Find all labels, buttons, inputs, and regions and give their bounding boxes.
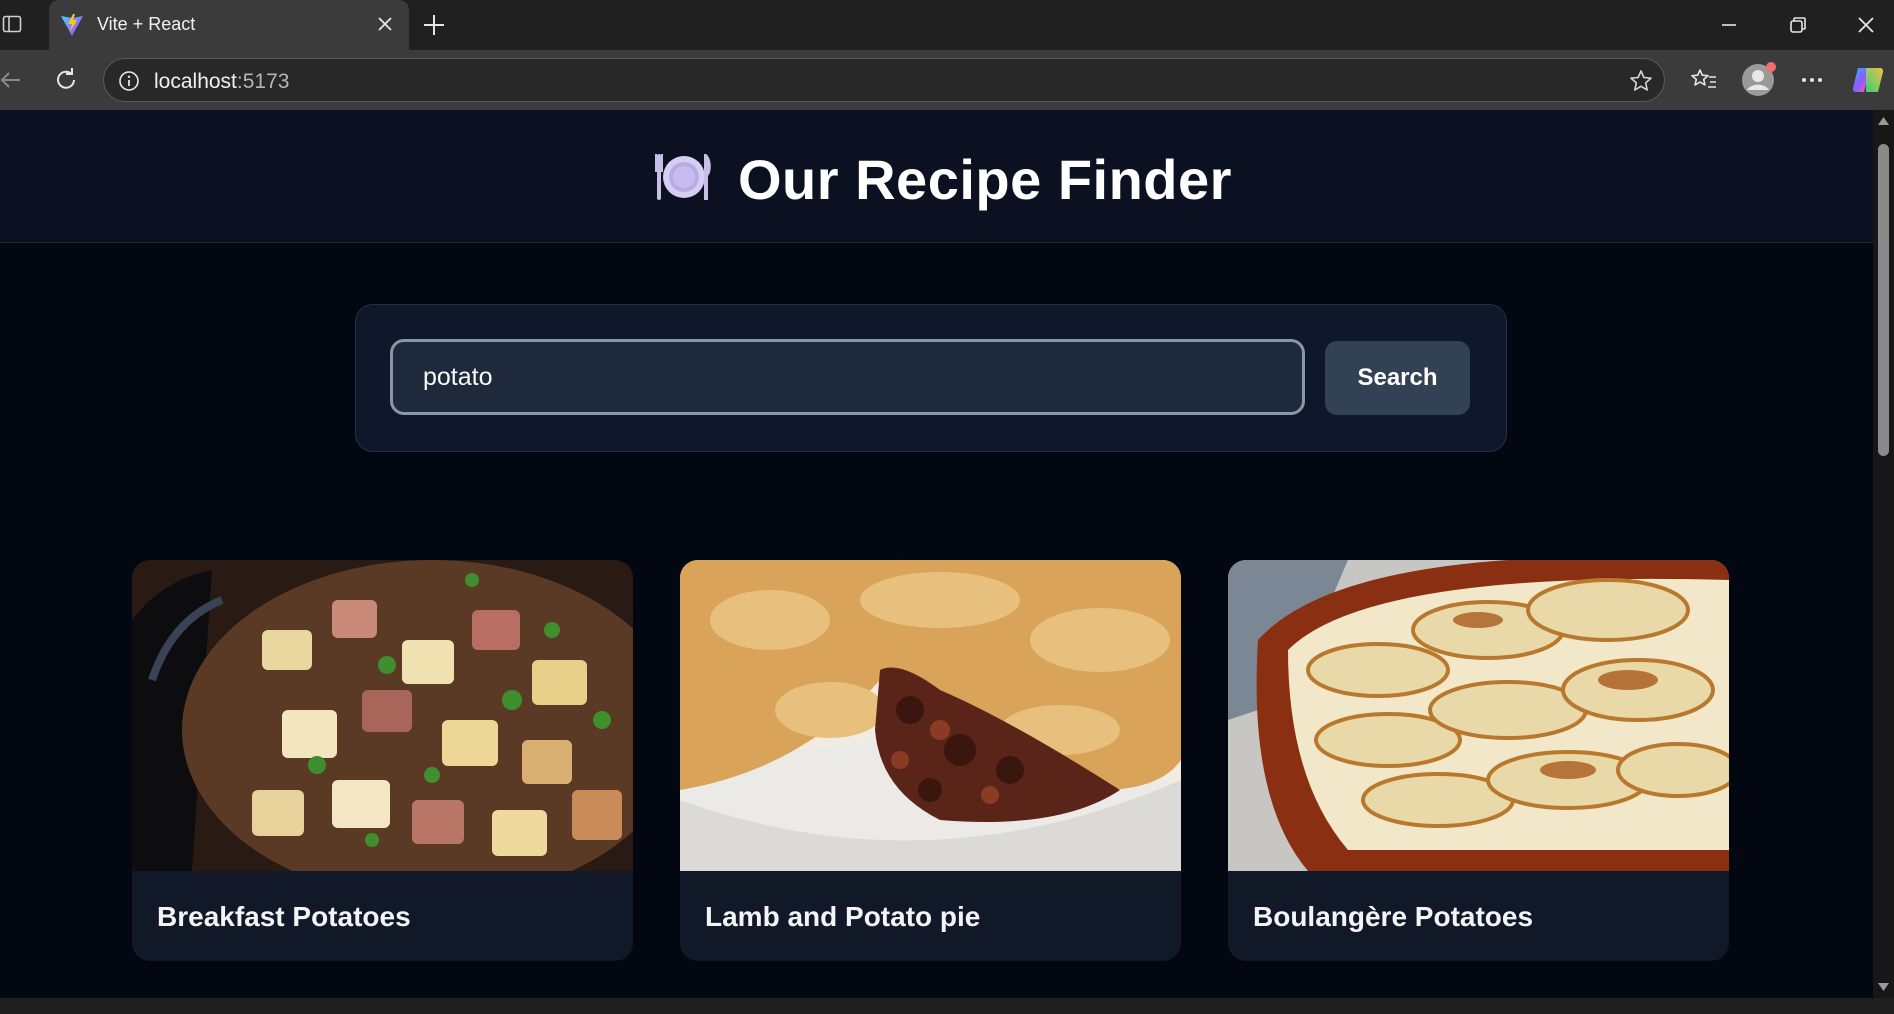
recipe-title: Breakfast Potatoes [157, 901, 411, 932]
tab-title: Vite + React [97, 14, 196, 34]
plate-with-cutlery-icon [655, 154, 711, 200]
favorites-icon[interactable] [1686, 62, 1722, 98]
url-host: localhost [154, 70, 237, 93]
browser-toolbar: localhost:5173 [0, 50, 1894, 110]
url-text: localhost:5173 [154, 70, 289, 94]
more-options-icon[interactable] [1794, 62, 1830, 98]
back-arrow-icon[interactable] [0, 63, 28, 97]
copilot-icon[interactable] [1850, 62, 1886, 98]
horizontal-scrollbar[interactable] [0, 998, 1894, 1014]
restore-icon[interactable] [1785, 12, 1811, 38]
profile-avatar-icon[interactable] [1740, 62, 1776, 98]
new-tab-icon[interactable] [419, 10, 449, 40]
minimize-icon[interactable] [1716, 12, 1742, 38]
search-button[interactable]: Search [1325, 341, 1470, 415]
scroll-down-arrow-icon[interactable] [1877, 982, 1890, 992]
close-tab-icon[interactable] [372, 11, 398, 37]
active-tab[interactable]: Vite + React [49, 0, 409, 50]
favorite-star-icon[interactable] [1628, 68, 1654, 94]
recipe-card[interactable]: Lamb and Potato pie [680, 560, 1181, 961]
reload-icon[interactable] [49, 63, 83, 97]
lamb-potato-pie-photo [680, 560, 1181, 871]
scrollbar-thumb[interactable] [1878, 144, 1889, 456]
breakfast-potatoes-photo [132, 560, 633, 871]
recipe-card[interactable]: Breakfast Potatoes [132, 560, 633, 961]
recipe-card[interactable]: Boulangère Potatoes [1228, 560, 1729, 961]
vertical-scrollbar[interactable] [1873, 110, 1894, 998]
browser-tab-bar: Vite + React [0, 0, 1894, 50]
tab-actions-icon[interactable] [2, 14, 22, 34]
site-info-icon[interactable] [118, 70, 140, 92]
close-window-icon[interactable] [1853, 12, 1879, 38]
recipe-title: Lamb and Potato pie [705, 901, 981, 932]
scroll-up-arrow-icon[interactable] [1877, 116, 1890, 126]
url-port: :5173 [236, 70, 290, 93]
vite-logo-icon [61, 14, 83, 36]
search-panel: Search [355, 304, 1507, 452]
app-title: Our Recipe Finder [738, 148, 1232, 211]
app-header: Our Recipe Finder [0, 110, 1873, 243]
address-bar[interactable]: localhost:5173 [103, 58, 1665, 102]
boulangere-potatoes-photo [1228, 560, 1729, 871]
page-viewport: Our Recipe Finder Search [0, 110, 1873, 998]
search-input[interactable] [390, 339, 1305, 415]
recipe-title: Boulangère Potatoes [1253, 901, 1534, 932]
